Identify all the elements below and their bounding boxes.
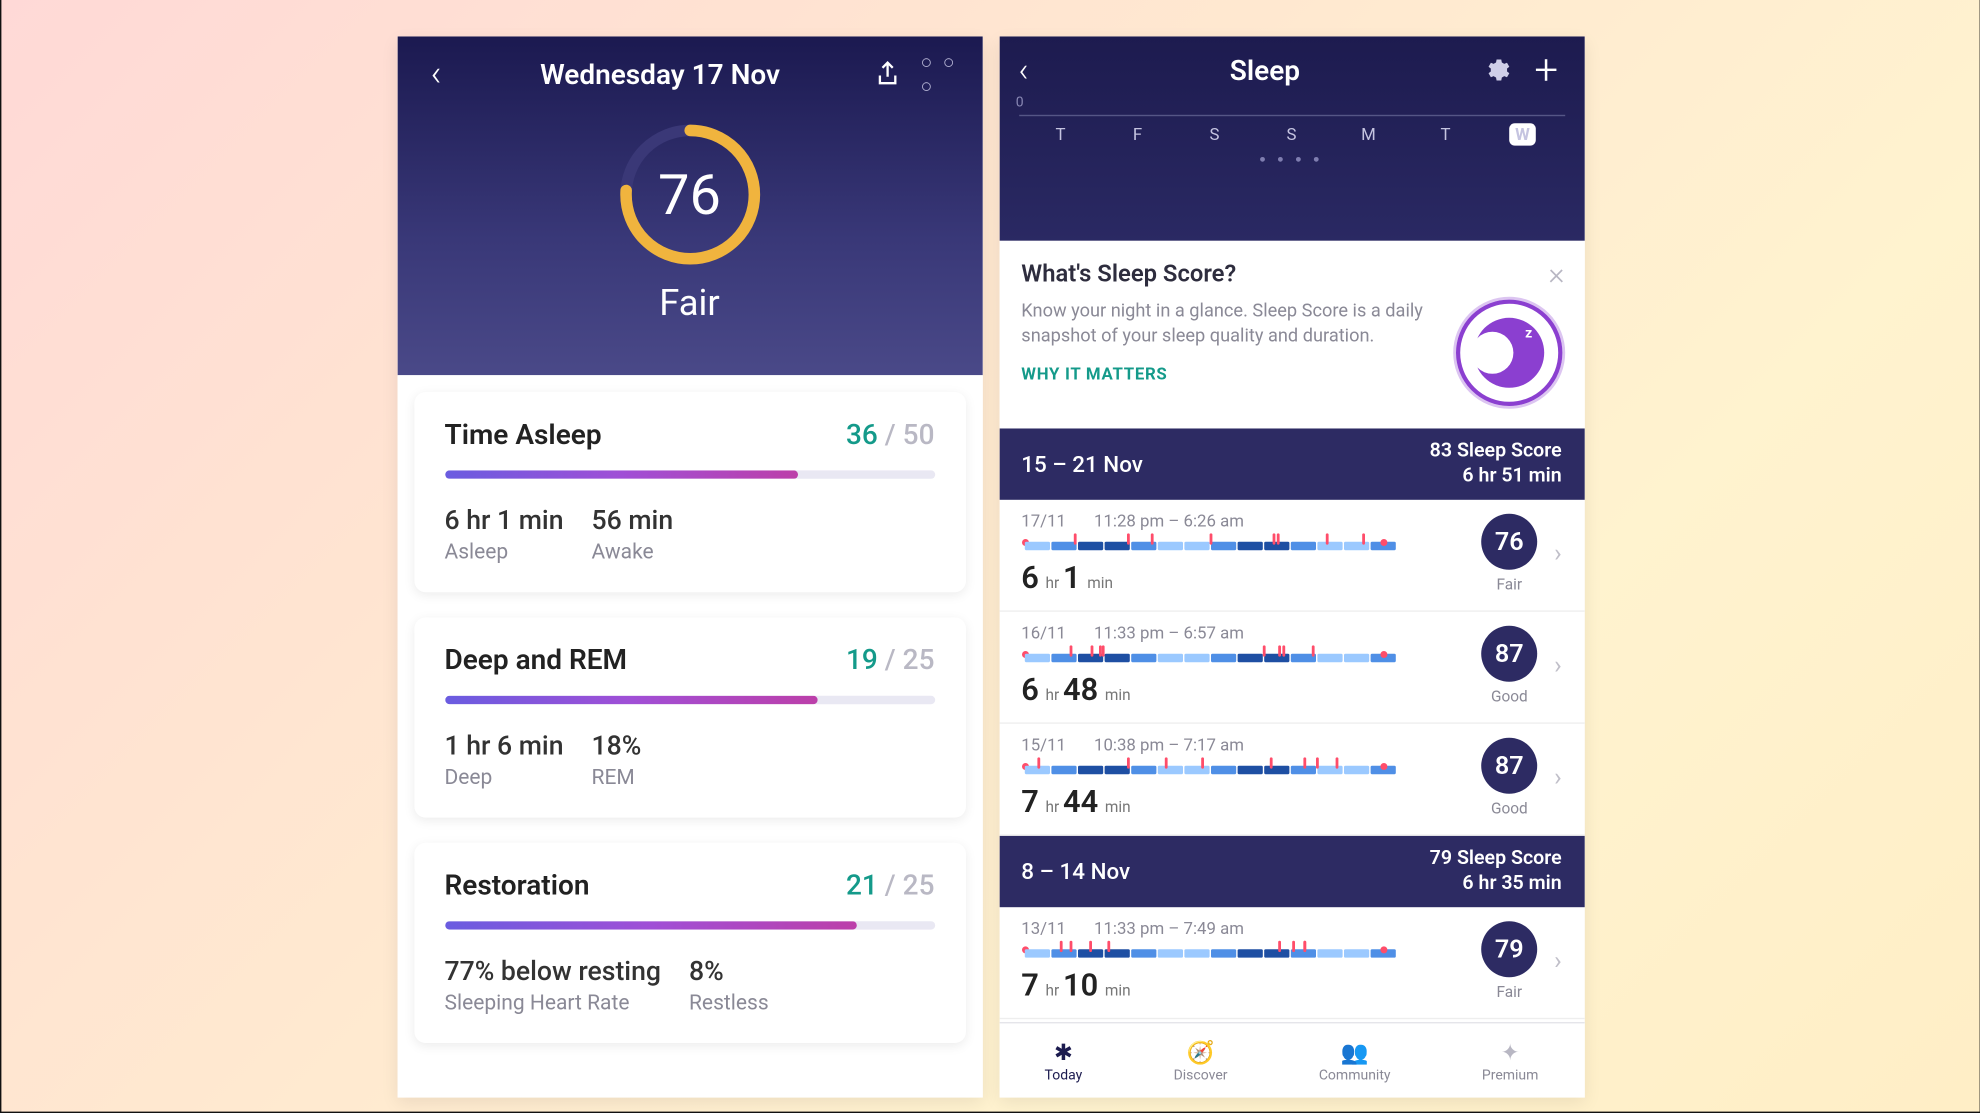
screen-title: Sleep <box>1052 53 1478 87</box>
info-body-text: Know your night in a glance. Sleep Score… <box>1021 300 1435 351</box>
sleep-score-info-card: × What's Sleep Score? Know your night in… <box>998 241 1583 429</box>
weekday-t-5[interactable]: T <box>1428 125 1462 145</box>
night-duration: 7 hr 10 min <box>1021 969 1464 1004</box>
score-label: Fair <box>659 283 720 325</box>
why-it-matters-link[interactable]: WHY IT MATTERS <box>1021 365 1435 385</box>
score-value: 76 <box>612 118 766 272</box>
today-icon: ✱ <box>1049 1037 1077 1065</box>
card-score: 21 / 25 <box>845 868 934 902</box>
night-row[interactable]: 17/11 11:28 pm – 6:26 am 6 hr 1 min 76Fair › <box>998 500 1583 612</box>
settings-button[interactable] <box>1477 52 1513 88</box>
detail-header: ‹ Wednesday 17 Nov ○ ○ ○ 76 Fair <box>396 36 981 375</box>
week-header: 15 – 21 Nov 83 Sleep Score6 hr 51 min <box>998 428 1583 499</box>
night-timespan: 11:28 pm – 6:26 am <box>1094 511 1244 531</box>
add-button[interactable]: + <box>1528 52 1564 88</box>
week-range: 15 – 21 Nov <box>1021 451 1143 478</box>
night-duration: 6 hr 1 min <box>1021 561 1464 596</box>
sleep-list-screen: ‹ Sleep + T F S S M T W ● ● ● ● × What's Sleep… <box>998 36 1583 1097</box>
night-duration: 6 hr 48 min <box>1021 673 1464 708</box>
week-chart-axis <box>1018 115 1564 116</box>
night-row[interactable]: 13/11 11:33 pm – 7:49 am 7 hr 10 min 79Fair… <box>998 907 1583 1019</box>
back-button[interactable]: ‹ <box>1018 53 1052 87</box>
week-range: 8 – 14 Nov <box>1021 858 1130 885</box>
progress-bar <box>444 696 934 704</box>
night-date: 16/11 <box>1021 623 1066 643</box>
bottom-tab-bar: ✱Today 🧭Discover 👥Community ✦Premium <box>998 1022 1583 1098</box>
night-date: 13/11 <box>1021 918 1066 938</box>
share-icon <box>871 59 902 90</box>
score-card-deep-and-rem[interactable]: Deep and REM 19 / 25 1 hr 6 minDeep 18%REM <box>413 617 965 817</box>
premium-icon: ✦ <box>1496 1037 1524 1065</box>
moon-icon <box>1455 300 1561 406</box>
chevron-right-icon: › <box>1554 763 1562 792</box>
tab-today[interactable]: ✱Today <box>1044 1037 1082 1083</box>
night-timespan: 11:33 pm – 6:57 am <box>1094 623 1244 643</box>
discover-icon: 🧭 <box>1186 1037 1214 1065</box>
hypnogram <box>1021 944 1464 964</box>
share-button[interactable] <box>867 55 906 94</box>
tab-community[interactable]: 👥Community <box>1318 1037 1390 1083</box>
weekday-m-4[interactable]: M <box>1351 125 1385 145</box>
week-stats: 79 Sleep Score6 hr 35 min <box>1429 847 1561 896</box>
metric: 6 hr 1 minAsleep <box>444 504 563 564</box>
night-score-badge: 87Good <box>1481 738 1537 818</box>
progress-bar <box>444 921 934 929</box>
night-score-badge: 87Good <box>1481 626 1537 706</box>
weekday-row: TFSSMTW <box>1018 125 1564 145</box>
score-card-time-asleep[interactable]: Time Asleep 36 / 50 6 hr 1 minAsleep 56 min… <box>413 392 965 592</box>
night-score-badge: 76Fair <box>1481 514 1537 594</box>
week-header: 8 – 14 Nov 79 Sleep Score6 hr 35 min <box>998 836 1583 907</box>
progress-bar <box>444 470 934 478</box>
weekday-w-6[interactable]: W <box>1505 125 1539 145</box>
list-header: ‹ Sleep + T F S S M T W ● ● ● ● <box>998 36 1583 240</box>
night-timespan: 11:33 pm – 7:49 am <box>1094 918 1244 938</box>
card-title: Time Asleep <box>444 417 601 451</box>
page-dots-icon: ● ● ● ● <box>1018 153 1564 166</box>
more-button[interactable]: ○ ○ ○ <box>920 55 959 94</box>
card-score: 19 / 25 <box>845 643 934 677</box>
score-card-restoration[interactable]: Restoration 21 / 25 77% below restingSleep… <box>413 843 965 1043</box>
gear-icon <box>1481 56 1509 84</box>
info-title: What's Sleep Score? <box>1021 260 1561 288</box>
metric: 77% below restingSleeping Heart Rate <box>444 955 660 1015</box>
night-date: 17/11 <box>1021 511 1066 531</box>
sleep-detail-screen: ‹ Wednesday 17 Nov ○ ○ ○ 76 Fair Time As… <box>396 36 981 1097</box>
close-button[interactable]: × <box>1548 258 1564 293</box>
card-score: 36 / 50 <box>845 417 934 451</box>
detail-date-title: Wednesday 17 Nov <box>452 57 866 91</box>
metric: 8%Restless <box>688 955 768 1015</box>
back-button[interactable]: ‹ <box>419 57 453 91</box>
score-ring: 76 <box>612 118 766 272</box>
card-title: Restoration <box>444 868 589 902</box>
night-date: 15/11 <box>1021 735 1066 755</box>
hypnogram <box>1021 536 1464 556</box>
weekday-t-0[interactable]: T <box>1043 125 1077 145</box>
metric: 56 minAwake <box>591 504 673 564</box>
weekday-s-3[interactable]: S <box>1274 125 1308 145</box>
night-row[interactable]: 15/11 10:38 pm – 7:17 am 7 hr 44 min 87Good… <box>998 724 1583 836</box>
chevron-right-icon: › <box>1554 946 1562 975</box>
tab-discover[interactable]: 🧭Discover <box>1173 1037 1227 1083</box>
night-duration: 7 hr 44 min <box>1021 785 1464 820</box>
chevron-right-icon: › <box>1554 651 1562 680</box>
hypnogram <box>1021 760 1464 780</box>
night-row[interactable]: 16/11 11:33 pm – 6:57 am 6 hr 48 min 87Good… <box>998 612 1583 724</box>
card-title: Deep and REM <box>444 643 627 677</box>
night-score-badge: 79Fair <box>1481 921 1537 1001</box>
week-stats: 83 Sleep Score6 hr 51 min <box>1429 440 1561 489</box>
community-icon: 👥 <box>1340 1037 1368 1065</box>
metric: 1 hr 6 minDeep <box>444 729 563 789</box>
hypnogram <box>1021 648 1464 668</box>
chevron-right-icon: › <box>1554 539 1562 568</box>
night-timespan: 10:38 pm – 7:17 am <box>1094 735 1244 755</box>
weekday-s-2[interactable]: S <box>1197 125 1231 145</box>
weekday-f-1[interactable]: F <box>1120 125 1154 145</box>
metric: 18%REM <box>591 729 641 789</box>
tab-premium[interactable]: ✦Premium <box>1481 1037 1538 1083</box>
